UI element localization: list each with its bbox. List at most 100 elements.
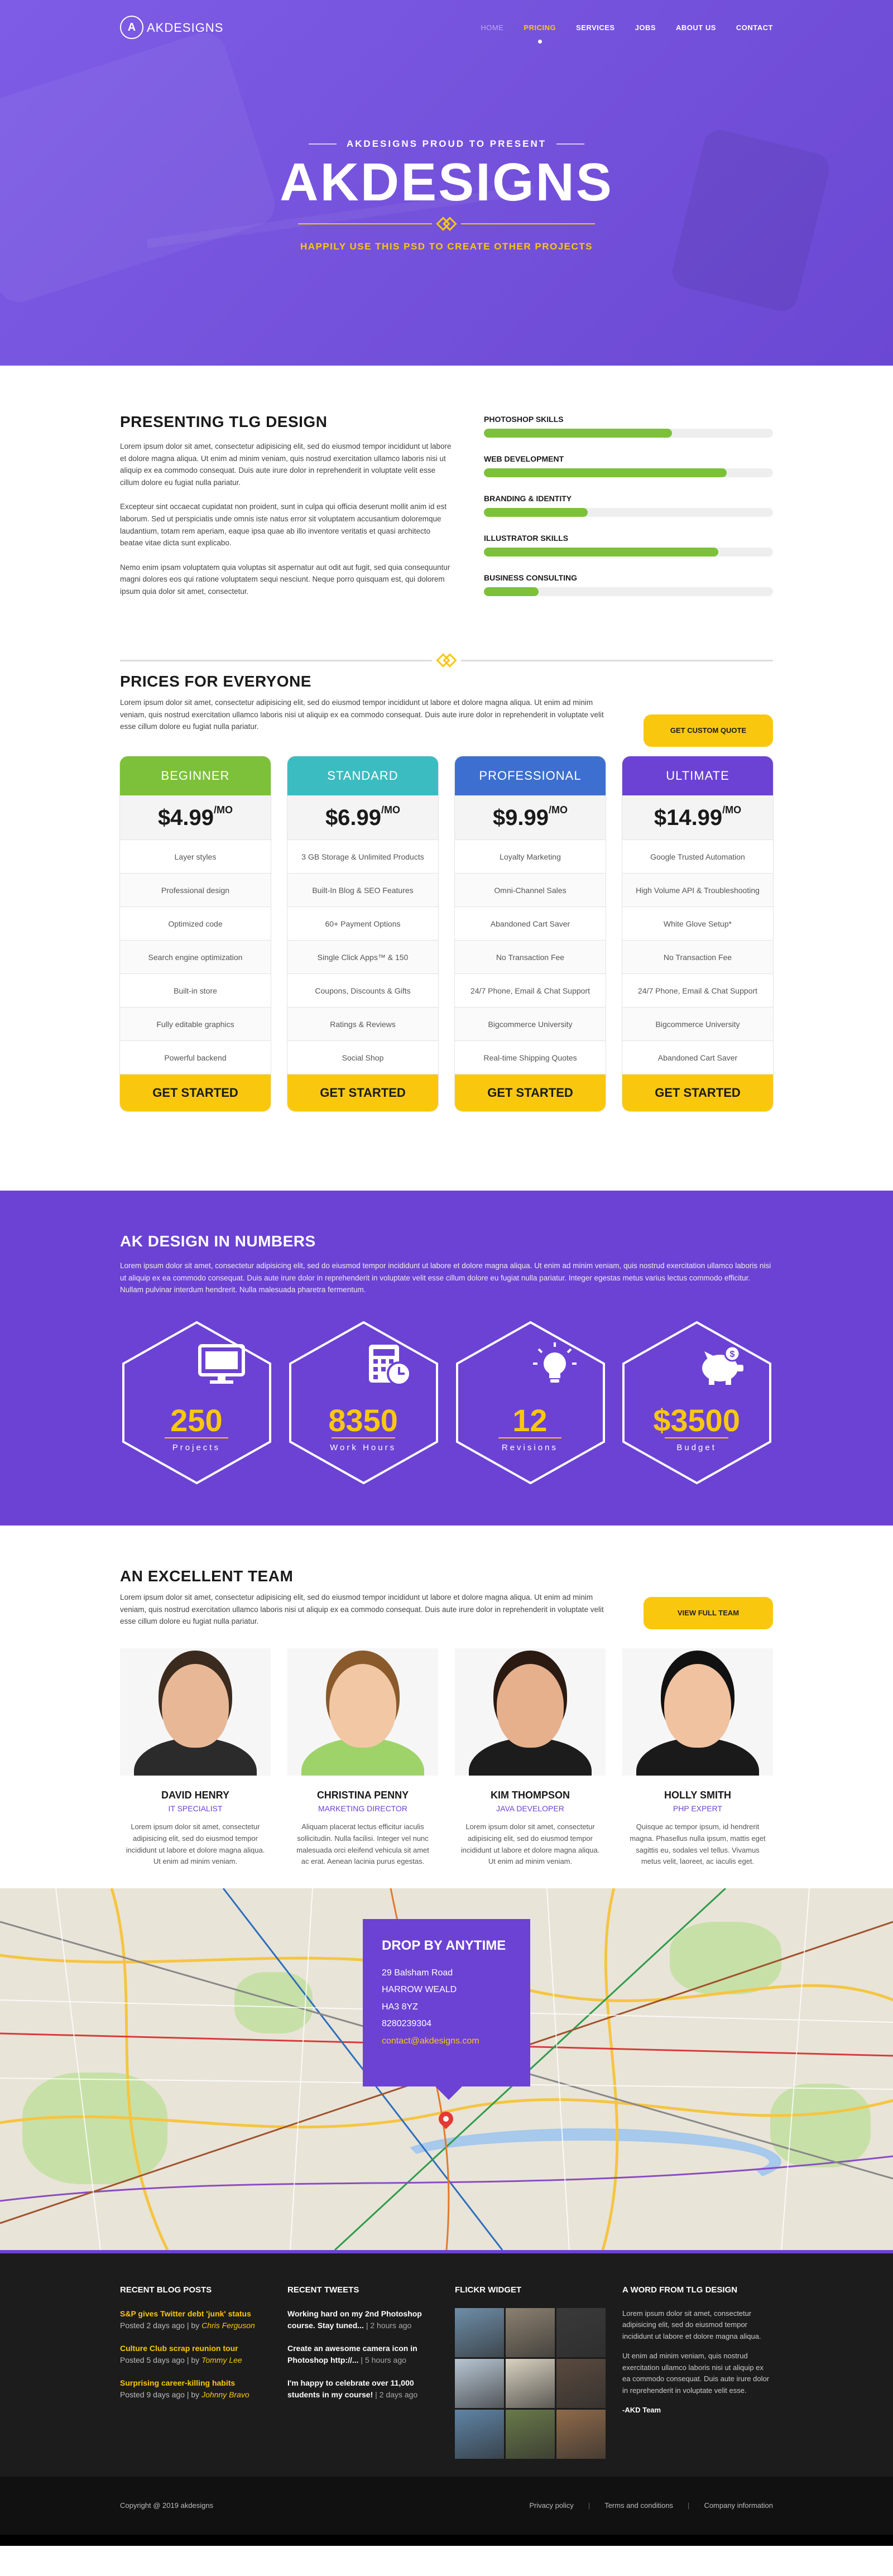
get-started-button[interactable]: GET STARTED (120, 1074, 271, 1111)
flickr-thumbnail[interactable] (455, 2409, 504, 2459)
address-line: HARROW WEALD (382, 1985, 457, 1995)
plan-price: $14.99/MO (622, 795, 773, 840)
blog-post-title[interactable]: S&P gives Twitter debt 'junk' status (120, 2308, 271, 2320)
plan-feature: Ratings & Reviews (287, 1008, 438, 1041)
plan-features: Google Trusted Automation High Volume API… (622, 840, 773, 1074)
privacy-policy-link[interactable]: Privacy policy (529, 2500, 573, 2511)
nav-jobs-link[interactable]: JOBS (635, 22, 656, 33)
numbers-intro: Lorem ipsum dolor sit amet, consectetur … (120, 1261, 771, 1294)
numbers-section: AK DESIGN IN NUMBERS Lorem ipsum dolor s… (0, 1191, 893, 1526)
view-full-team-button[interactable]: VIEW FULL TEAM (644, 1597, 773, 1629)
widget-heading: RECENT TWEETS (287, 2285, 359, 2295)
team-member-photo (120, 1648, 271, 1776)
site-logo[interactable]: A AKDESIGNS (120, 16, 223, 39)
get-started-button[interactable]: GET STARTED (287, 1074, 438, 1111)
stat-hexagon: $ $3500 Budget (620, 1319, 773, 1486)
contact-email-link[interactable]: contact@akdesigns.com (382, 2033, 511, 2050)
skill-item: PHOTOSHOP SKILLS (484, 414, 773, 438)
main-menu: HOME PRICING SERVICES JOBS ABOUT US CONT… (481, 22, 773, 43)
blog-post-item[interactable]: Surprising career-killing habits Posted 9… (120, 2377, 271, 2401)
blog-post-title[interactable]: Culture Club scrap reunion tour (120, 2343, 271, 2354)
flickr-thumbnail[interactable] (506, 2409, 555, 2459)
blog-post-item[interactable]: S&P gives Twitter debt 'junk' status Post… (120, 2308, 271, 2332)
widget-heading: FLICKR WIDGET (455, 2285, 522, 2295)
skill-label: PHOTOSHOP SKILLS (484, 415, 564, 424)
team-member-name: CHRISTINA PENNY (316, 1790, 409, 1801)
about-signature: -AKD Team (622, 2406, 661, 2415)
team-member-bio: Quisque ac tempor ipsum, id hendrerit ma… (630, 1822, 766, 1866)
skill-progress-fill (484, 508, 588, 517)
flickr-thumbnail[interactable] (455, 2358, 504, 2408)
plan-feature: Single Click Apps™ & 150 (287, 941, 438, 974)
skill-progress-bar (484, 468, 773, 477)
plan-name: BEGINNER (120, 756, 271, 795)
post-author-link[interactable]: Chris Ferguson (201, 2321, 255, 2330)
widget-heading: RECENT BLOG POSTS (120, 2285, 212, 2295)
hero-divider (0, 214, 893, 234)
price-period: /MO (722, 804, 742, 816)
skill-label: ILLUSTRATOR SKILLS (484, 534, 569, 543)
plan-feature: Professional design (120, 874, 271, 907)
logo-mark: A (120, 16, 143, 39)
stat-hexagon: 250 Projects (120, 1319, 273, 1486)
skill-progress-bar (484, 587, 773, 596)
nav-about-link[interactable]: ABOUT US (676, 22, 716, 33)
plan-price: $9.99/MO (455, 795, 606, 840)
terms-link[interactable]: Terms and conditions (604, 2500, 673, 2511)
flickr-widget: FLICKR WIDGET (455, 2284, 606, 2459)
team-member-role: JAVA DEVELOPER (496, 1804, 564, 1813)
get-started-button[interactable]: GET STARTED (622, 1074, 773, 1111)
plan-feature: Real-time Shipping Quotes (455, 1041, 606, 1074)
plan-feature: Powerful backend (120, 1041, 271, 1074)
team-section: AN EXCELLENT TEAM Lorem ipsum dolor sit … (120, 1526, 773, 1888)
hero-tagline: HAPPILY USE THIS PSD TO CREATE OTHER PRO… (300, 241, 593, 252)
post-author-link[interactable]: Tommy Lee (201, 2356, 242, 2364)
flickr-thumbnail[interactable] (506, 2308, 555, 2357)
tweet-item: I'm happy to celebrate over 11,000 stude… (287, 2377, 438, 2401)
nav-contact-link[interactable]: CONTACT (736, 22, 773, 33)
plan-feature: Abandoned Cart Saver (455, 907, 606, 941)
plan-feature: 24/7 Phone, Email & Chat Support (622, 974, 773, 1008)
nav-pricing-link[interactable]: PRICING (524, 22, 556, 43)
flickr-thumbnail[interactable] (556, 2358, 606, 2408)
nav-services-link[interactable]: SERVICES (576, 22, 615, 33)
plan-feature: Loyalty Marketing (455, 840, 606, 874)
team-member-photo (455, 1648, 606, 1776)
footer: RECENT BLOG POSTS S&P gives Twitter debt… (0, 2253, 893, 2477)
flickr-thumbnail[interactable] (506, 2358, 555, 2408)
flickr-thumbnail[interactable] (455, 2308, 504, 2357)
team-member-card: KIM THOMPSON JAVA DEVELOPER Lorem ipsum do… (455, 1648, 606, 1868)
get-started-button[interactable]: GET STARTED (455, 1074, 606, 1111)
team-member-photo (287, 1648, 438, 1776)
about-paragraph: Ut enim ad minim veniam, quis nostrud ex… (622, 2351, 770, 2395)
skill-progress-fill (484, 429, 672, 438)
blog-post-title[interactable]: Surprising career-killing habits (120, 2377, 271, 2389)
skill-progress-fill (484, 587, 539, 596)
plan-feature: No Transaction Fee (455, 941, 606, 974)
pricing-plan-card: ULTIMATE $14.99/MO Google Trusted Automati… (622, 756, 773, 1111)
plan-feature: Optimized code (120, 907, 271, 941)
address-line: HA3 8YZ (382, 2002, 418, 2012)
team-member-bio: Lorem ipsum dolor sit amet, consectetur … (126, 1822, 265, 1866)
team-member-role: MARKETING DIRECTOR (318, 1804, 407, 1813)
team-member-card: CHRISTINA PENNY MARKETING DIRECTOR Aliquam… (287, 1648, 438, 1868)
skill-progress-bar (484, 508, 773, 517)
team-member-card: HOLLY SMITH PHP EXPERT Quisque ac tempor i… (622, 1648, 773, 1868)
company-info-link[interactable]: Company information (704, 2500, 773, 2511)
price-period: /MO (381, 804, 401, 816)
flickr-thumbnail[interactable] (556, 2308, 606, 2357)
skill-item: ILLUSTRATOR SKILLS (484, 533, 773, 557)
nav-home-link[interactable]: HOME (481, 22, 503, 33)
get-custom-quote-button[interactable]: GET CUSTOM QUOTE (644, 714, 773, 747)
plan-name: STANDARD (287, 756, 438, 795)
plan-features: Loyalty Marketing Omni-Channel Sales Aband… (455, 840, 606, 1074)
price-period: /MO (549, 804, 568, 816)
flickr-thumbnail[interactable] (556, 2409, 606, 2459)
post-author-link[interactable]: Johnny Bravo (201, 2390, 249, 2399)
blog-post-item[interactable]: Culture Club scrap reunion tour Posted 5 … (120, 2343, 271, 2366)
logo-text: AKDESIGNS (147, 20, 224, 35)
plan-feature: Fully editable graphics (120, 1008, 271, 1041)
tweet-time: | 2 days ago (373, 2390, 418, 2399)
location-map[interactable]: DROP BY ANYTIME 29 Balsham Road HARROW W… (0, 1888, 893, 2250)
team-member-name: DAVID HENRY (161, 1790, 229, 1801)
